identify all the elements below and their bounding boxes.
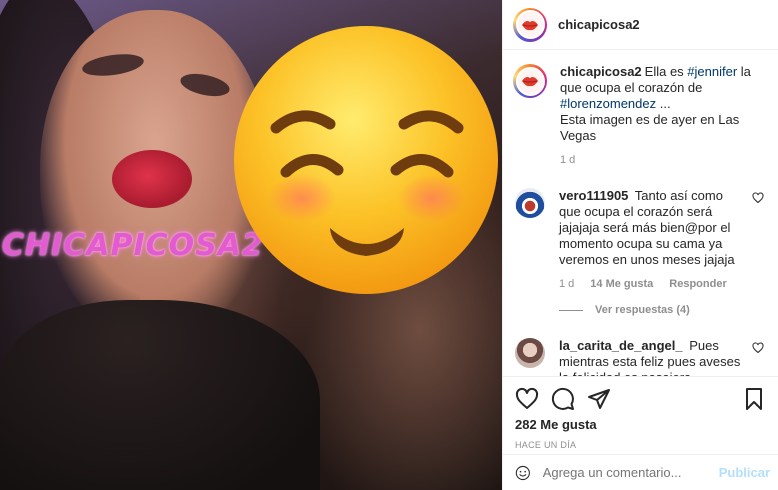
reply-button[interactable]: Responder — [669, 278, 726, 290]
bookmark-icon[interactable] — [742, 387, 766, 411]
comment-avatar[interactable] — [515, 338, 545, 368]
comments-list[interactable]: chicapicosa2 Ella es #jennifer la que ocu… — [503, 50, 778, 376]
lips-avatar-icon — [515, 66, 545, 96]
caption-username[interactable]: chicapicosa2 — [560, 64, 642, 79]
caption-text: chicapicosa2 Ella es #jennifer la que ocu… — [560, 64, 768, 144]
hashtag-jennifer[interactable]: #jennifer — [687, 64, 737, 79]
hashtag-lorenzomendez[interactable]: #lorenzomendez — [560, 96, 656, 111]
comment-likes[interactable]: 14 Me gusta — [590, 278, 653, 290]
share-icon[interactable] — [587, 387, 611, 411]
post-side-panel: chicapicosa2 chicapicosa2 Ella es #jennif… — [502, 0, 778, 490]
post-photo[interactable]: CHICAPICOSA2 — [0, 0, 502, 490]
lips-avatar-icon — [515, 10, 545, 39]
instagram-post: CHICAPICOSA2 chicapicosa2 chicapicosa2 E… — [0, 0, 778, 490]
comment-item: vero111905 Tanto así como que ocupa el c… — [513, 188, 768, 290]
comment-icon[interactable] — [551, 387, 575, 411]
comment-text: la_carita_de_angel_ Pues mientras esta f… — [559, 338, 748, 376]
replies-divider — [559, 309, 583, 311]
photo-watermark: CHICAPICOSA2 — [2, 228, 264, 263]
photo-shirt — [0, 300, 320, 490]
author-username[interactable]: chicapicosa2 — [558, 17, 640, 32]
comment-username[interactable]: vero111905 — [559, 188, 628, 203]
emoji-picker-icon[interactable] — [515, 461, 531, 485]
comment-text: vero111905 Tanto así como que ocupa el c… — [559, 188, 748, 268]
comment-input[interactable] — [542, 465, 719, 480]
comment-like-heart-icon[interactable] — [752, 192, 764, 204]
author-avatar[interactable] — [513, 7, 547, 42]
caption-text-part: Ella es — [644, 64, 688, 79]
comment-time: 1 d — [559, 278, 575, 290]
relieved-face-emoji — [234, 26, 498, 294]
view-replies-label: Ver respuestas (4) — [595, 304, 690, 316]
comment-item: la_carita_de_angel_ Pues mientras esta f… — [513, 338, 768, 376]
comment-like-heart-icon[interactable] — [752, 342, 764, 354]
action-icons — [515, 387, 766, 411]
comment-avatar[interactable] — [515, 188, 545, 218]
photo-lips — [112, 150, 192, 208]
caption-text-part: Esta imagen es de ayer en Las Vegas — [560, 112, 740, 143]
caption-text-part: ... — [656, 96, 671, 111]
like-count[interactable]: 282 Me gusta — [515, 417, 766, 432]
caption-avatar[interactable] — [513, 64, 547, 98]
caption-meta: 1 d — [560, 154, 768, 166]
heart-icon[interactable] — [515, 387, 539, 411]
caption-time: 1 d — [560, 154, 576, 166]
add-comment-bar: Publicar — [503, 454, 778, 490]
publish-button[interactable]: Publicar — [719, 465, 770, 480]
comment-meta: 1 d 14 Me gusta Responder — [559, 278, 748, 290]
view-replies-button[interactable]: Ver respuestas (4) — [559, 304, 768, 316]
post-actions: 282 Me gusta HACE UN DÍA — [503, 376, 778, 454]
post-header: chicapicosa2 — [503, 0, 778, 50]
post-timestamp: HACE UN DÍA — [515, 440, 577, 450]
post-caption: chicapicosa2 Ella es #jennifer la que ocu… — [513, 64, 768, 166]
comment-username[interactable]: la_carita_de_angel_ — [559, 338, 683, 353]
